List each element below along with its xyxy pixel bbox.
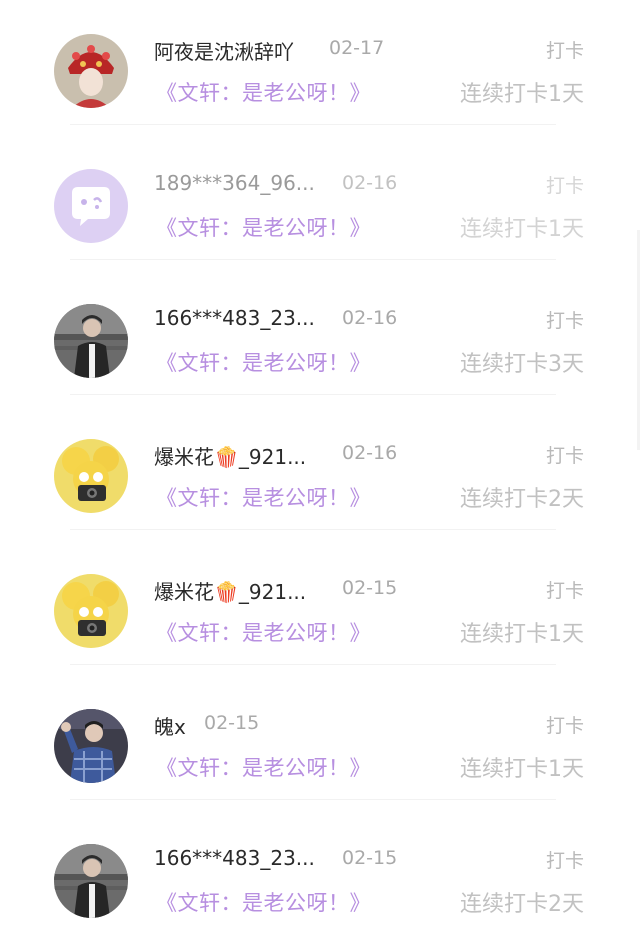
username[interactable]: 166***483_23...	[154, 846, 315, 870]
row-divider	[70, 124, 556, 125]
checkin-tag: 打卡	[545, 175, 584, 197]
row-divider	[70, 529, 556, 530]
post-date: 02-15	[204, 712, 260, 734]
username[interactable]: 166***483_23...	[154, 306, 315, 330]
post-date: 02-15	[342, 577, 398, 599]
checkin-tag: 打卡	[545, 445, 584, 467]
row-divider	[70, 259, 556, 260]
avatar-waving-man-icon[interactable]	[54, 709, 128, 783]
checkin-tag: 打卡	[545, 580, 584, 602]
checkin-row[interactable]: 189***364_96... 02-16 打卡 《文轩：是老公呀！》 连续打卡…	[0, 135, 640, 270]
book-title-link[interactable]: 《文轩：是老公呀！》	[156, 482, 371, 512]
streak-count: 连续打卡1天	[460, 82, 584, 107]
book-title-link[interactable]: 《文轩：是老公呀！》	[156, 617, 371, 647]
row-divider	[70, 799, 556, 800]
avatar-man-photo-icon[interactable]	[54, 844, 128, 918]
checkin-tag: 打卡	[545, 310, 584, 332]
checkin-row[interactable]: 阿夜是沈湫辞吖 02-17 打卡 《文轩：是老公呀！》 连续打卡1天	[0, 0, 640, 135]
book-title-link[interactable]: 《文轩：是老公呀！》	[156, 887, 371, 917]
username[interactable]: 阿夜是沈湫辞吖	[154, 36, 294, 65]
post-date: 02-17	[329, 37, 385, 59]
streak-count: 连续打卡1天	[460, 757, 584, 782]
post-date: 02-16	[342, 307, 398, 329]
post-date: 02-16	[342, 172, 398, 194]
streak-count: 连续打卡2天	[460, 892, 584, 917]
username[interactable]: 爆米花🍿_921...	[154, 441, 306, 470]
avatar-man-photo-icon[interactable]	[54, 304, 128, 378]
streak-count: 连续打卡2天	[460, 487, 584, 512]
row-divider	[70, 664, 556, 665]
username[interactable]: 魄x	[154, 711, 186, 740]
username[interactable]: 189***364_96...	[154, 171, 315, 195]
checkin-row[interactable]: 爆米花🍿_921... 02-15 打卡 《文轩：是老公呀！》 连续打卡1天	[0, 540, 640, 675]
avatar-yellow-duck-camera-icon[interactable]	[54, 574, 128, 648]
checkin-row[interactable]: 166***483_23... 02-16 打卡 《文轩：是老公呀！》 连续打卡…	[0, 270, 640, 405]
streak-count: 连续打卡1天	[460, 217, 584, 242]
avatar-yellow-duck-camera-icon[interactable]	[54, 439, 128, 513]
checkin-row[interactable]: 166***483_23... 02-15 打卡 《文轩：是老公呀！》 连续打卡…	[0, 810, 640, 945]
checkin-tag: 打卡	[545, 40, 584, 62]
streak-count: 连续打卡3天	[460, 352, 584, 377]
checkin-tag: 打卡	[545, 850, 584, 872]
username[interactable]: 爆米花🍿_921...	[154, 576, 306, 605]
avatar-chat-bubble-icon[interactable]	[54, 169, 128, 243]
book-title-link[interactable]: 《文轩：是老公呀！》	[156, 212, 371, 242]
checkin-row[interactable]: 爆米花🍿_921... 02-16 打卡 《文轩：是老公呀！》 连续打卡2天	[0, 405, 640, 540]
checkin-list: 阿夜是沈湫辞吖 02-17 打卡 《文轩：是老公呀！》 连续打卡1天 189**…	[0, 0, 640, 940]
checkin-tag: 打卡	[545, 715, 584, 737]
row-divider	[70, 394, 556, 395]
checkin-row[interactable]: 魄x 02-15 打卡 《文轩：是老公呀！》 连续打卡1天	[0, 675, 640, 810]
book-title-link[interactable]: 《文轩：是老公呀！》	[156, 77, 371, 107]
book-title-link[interactable]: 《文轩：是老公呀！》	[156, 347, 371, 377]
avatar-opera-headdress-icon[interactable]	[54, 34, 128, 108]
post-date: 02-16	[342, 442, 398, 464]
book-title-link[interactable]: 《文轩：是老公呀！》	[156, 752, 371, 782]
streak-count: 连续打卡1天	[460, 622, 584, 647]
post-date: 02-15	[342, 847, 398, 869]
